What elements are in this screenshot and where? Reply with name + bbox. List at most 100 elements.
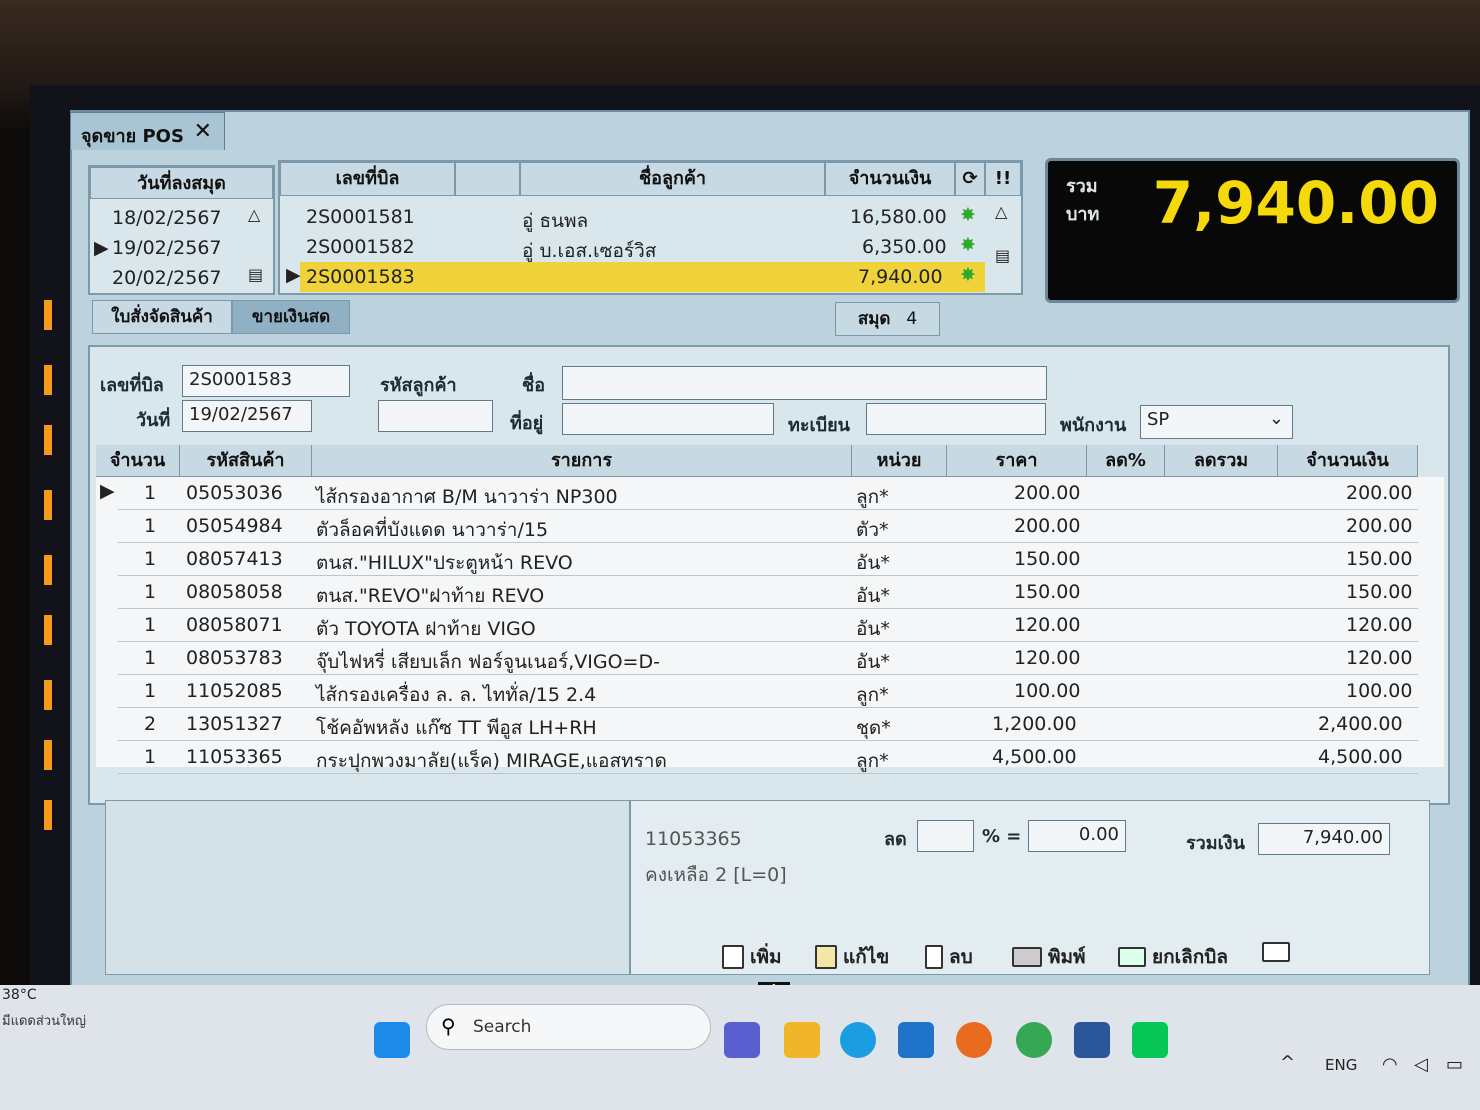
tab-order[interactable]: ใบสั่งจัดสินค้า xyxy=(92,300,232,334)
blank-header xyxy=(455,162,520,196)
bill-no-selected[interactable]: 2S0001583 xyxy=(306,266,415,288)
name-field[interactable] xyxy=(562,366,1047,400)
table-row[interactable]: 1 11052085 ไส้กรองเครื่อง ล. ล. ไททั่ล/15 … xyxy=(118,675,1418,708)
table-row[interactable]: 1 08058058 ตนส."REVO"ฝาท้าย REVO อัน* 150.00… xyxy=(118,576,1418,609)
table-row[interactable]: 1 05054984 ตัวล็อคที่บังแดด นาวาร่า/15 ตัว*… xyxy=(118,510,1418,543)
table-row[interactable]: 2 13051327 โช้คอัพหลัง แก๊ซ TT พีอูส LH+RH… xyxy=(118,708,1418,741)
date-label: วันที่ xyxy=(136,410,171,431)
cancel-bill-button[interactable]: ยกเลิกบิล xyxy=(1118,942,1228,972)
edit-button[interactable]: แก้ไข xyxy=(815,942,889,972)
firefox-icon[interactable] xyxy=(956,1022,992,1058)
table-row[interactable]: 1 08053783 จุ๊บไฟหรี่ เสียบเล็ก ฟอร์จูนเนอ… xyxy=(118,642,1418,675)
volume-icon[interactable]: ◁ xyxy=(1414,1054,1428,1075)
amount: 150.00 xyxy=(1346,548,1413,570)
discount-pct-field[interactable] xyxy=(917,820,974,852)
amount: 120.00 xyxy=(1346,647,1413,669)
weather-temp[interactable]: 38°C xyxy=(2,987,37,1003)
date-field[interactable]: 19/02/2567 xyxy=(182,400,312,432)
unit: อัน* xyxy=(856,585,890,607)
add-button[interactable]: เพิ่ม xyxy=(722,942,782,972)
desc: จุ๊บไฟหรี่ เสียบเล็ก ฟอร์จูนเนอร์,VIGO=D… xyxy=(316,651,660,673)
print-button[interactable]: พิมพ์ xyxy=(1012,942,1086,972)
chrome-icon[interactable] xyxy=(1016,1022,1052,1058)
bill-no[interactable]: 2S0001582 xyxy=(306,236,415,258)
status-dot-icon: ✸ xyxy=(960,234,976,256)
scroll-up-icon[interactable]: △ xyxy=(995,202,1007,221)
scrollbar-thumb-icon[interactable]: ▤ xyxy=(995,246,1010,265)
qty: 1 xyxy=(144,614,157,636)
discount-total-header: ลดรวม xyxy=(1165,445,1278,477)
code: 05054984 xyxy=(186,515,283,537)
weather-desc[interactable]: มีแดดส่วนใหญ่ xyxy=(2,1010,86,1031)
edge-icon[interactable] xyxy=(840,1022,876,1058)
side-mark xyxy=(44,365,52,395)
date-list: วันที่ลงสมุด 18/02/2567 ▶ 19/02/2567 20/… xyxy=(88,165,275,295)
price: 100.00 xyxy=(1014,680,1081,702)
price: 200.00 xyxy=(1014,515,1081,537)
date-item[interactable]: 18/02/2567 xyxy=(112,207,222,229)
language-indicator[interactable]: ENG xyxy=(1325,1056,1357,1074)
code: 11053365 xyxy=(186,746,283,768)
chevron-up-icon[interactable]: ^ xyxy=(1280,1052,1295,1073)
grand-total-value: 7,940.00 xyxy=(1152,169,1439,237)
scroll-down-icon[interactable]: ▤ xyxy=(248,265,263,284)
battery-icon[interactable]: ▭ xyxy=(1446,1054,1463,1075)
table-row[interactable]: 1 11053365 กระปุกพวงมาลัย(แร็ค) MIRAGE,แอส… xyxy=(118,741,1418,774)
code: 08058058 xyxy=(186,581,283,603)
word-icon[interactable] xyxy=(1074,1022,1110,1058)
side-mark xyxy=(44,300,52,330)
amount: 100.00 xyxy=(1346,680,1413,702)
qty: 1 xyxy=(144,581,157,603)
customer-code-field[interactable] xyxy=(378,400,493,432)
qty: 1 xyxy=(144,647,157,669)
code: 05053036 xyxy=(186,482,283,504)
bill-no[interactable]: 2S0001581 xyxy=(306,206,415,228)
bill-customer[interactable]: อู่ ธนพล xyxy=(522,206,588,236)
side-mark xyxy=(44,490,52,520)
refresh-icon[interactable]: ⟳ xyxy=(955,162,985,196)
taskbar-search-box[interactable]: ⚲ Search xyxy=(426,1004,711,1050)
bill-amount[interactable]: 7,940.00 xyxy=(858,266,943,288)
table-row[interactable]: 1 05053036 ไส้กรองอากาศ B/M นาวาร่า NP300 ล… xyxy=(118,477,1418,510)
percent-equals: % = xyxy=(982,826,1022,847)
delete-button[interactable]: ลบ xyxy=(925,942,973,972)
table-row[interactable]: 1 08058071 ตัว TOYOTA ฝาท้าย VIGO อัน* 120.0… xyxy=(118,609,1418,642)
chevron-down-icon[interactable]: ⌄ xyxy=(1269,408,1284,429)
wifi-icon[interactable]: ◠ xyxy=(1382,1054,1398,1075)
register-field[interactable] xyxy=(866,403,1046,435)
scroll-up-icon[interactable]: △ xyxy=(248,205,260,224)
tab-cash-sale[interactable]: ขายเงินสด xyxy=(232,300,350,334)
employee-label: พนักงาน xyxy=(1060,415,1127,436)
close-icon[interactable]: ✕ xyxy=(194,119,212,144)
discount-value-field[interactable]: 0.00 xyxy=(1028,820,1126,852)
amount: 200.00 xyxy=(1346,515,1413,537)
teams-icon[interactable] xyxy=(724,1022,760,1058)
bill-amount[interactable]: 6,350.00 xyxy=(862,236,947,258)
window-tab[interactable]: จุดขาย POS ✕ xyxy=(70,112,225,150)
file-explorer-icon[interactable] xyxy=(784,1022,820,1058)
mail-icon[interactable] xyxy=(898,1022,934,1058)
address-field[interactable] xyxy=(562,403,774,435)
desc: โช้คอัพหลัง แก๊ซ TT พีอูส LH+RH xyxy=(316,717,597,739)
price: 4,500.00 xyxy=(992,746,1077,768)
desc: ตนส."REVO"ฝาท้าย REVO xyxy=(316,585,545,607)
side-mark xyxy=(44,555,52,585)
employee-select[interactable]: SP ⌄ xyxy=(1140,405,1293,439)
bill-no-field[interactable]: 2S0001583 xyxy=(182,365,350,397)
search-icon: ⚲ xyxy=(441,1014,456,1038)
unit: อัน* xyxy=(856,651,890,673)
unit-header: หน่วย xyxy=(852,445,947,477)
line-icon[interactable] xyxy=(1132,1022,1168,1058)
edit-label: แก้ไข xyxy=(843,946,890,968)
bill-amount[interactable]: 16,580.00 xyxy=(850,206,947,228)
price: 150.00 xyxy=(1014,581,1081,603)
unit: ลูก* xyxy=(856,750,889,772)
desc: ตัวล็อคที่บังแดด นาวาร่า/15 xyxy=(316,519,549,541)
amount-col-header: จำนวนเงิน xyxy=(1278,445,1418,477)
side-mark xyxy=(44,680,52,710)
table-row[interactable]: 1 08057413 ตนส."HILUX"ประตูหน้า REVO อัน* 15… xyxy=(118,543,1418,576)
calculator-button[interactable] xyxy=(1262,942,1290,962)
date-item[interactable]: 20/02/2567 xyxy=(112,267,222,289)
windows-start-icon[interactable] xyxy=(374,1022,410,1058)
date-item-selected[interactable]: 19/02/2567 xyxy=(112,237,222,259)
